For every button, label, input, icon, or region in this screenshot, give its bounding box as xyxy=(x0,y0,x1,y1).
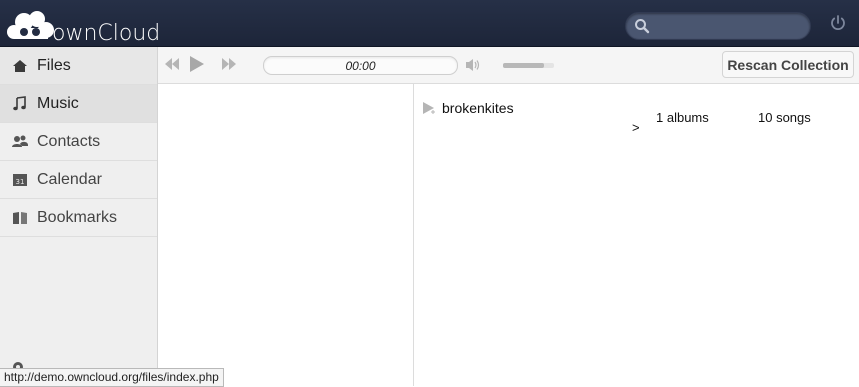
search-icon xyxy=(635,19,650,34)
nav-label-music: Music xyxy=(37,94,79,112)
music-player-bar: 00:00 Rescan Collection xyxy=(158,47,859,84)
progress-bar[interactable]: 00:00 xyxy=(263,56,458,75)
music-note-icon xyxy=(13,95,26,110)
status-url-tooltip: http://demo.owncloud.org/files/index.php xyxy=(0,368,224,387)
album-chevron[interactable]: > xyxy=(632,120,640,135)
library-left-pane xyxy=(158,84,414,386)
expand-triangle-icon[interactable] xyxy=(422,101,436,115)
nav-item-bookmarks[interactable]: Bookmarks xyxy=(0,199,157,237)
nav-label-contacts: Contacts xyxy=(37,132,101,150)
time-display: 00:00 xyxy=(345,59,376,73)
volume-icon[interactable] xyxy=(465,57,481,73)
artist-name[interactable]: brokenkites xyxy=(442,100,514,116)
nav-label-bookmarks: Bookmarks xyxy=(37,208,118,226)
app-navigation: Files Music Contacts 31 Calendar Bookmar… xyxy=(0,47,158,386)
nav-item-files[interactable]: Files xyxy=(0,47,157,85)
volume-slider[interactable] xyxy=(503,63,554,68)
volume-level xyxy=(503,63,544,68)
nav-item-music[interactable]: Music xyxy=(0,85,157,123)
artist-row[interactable]: brokenkites > 1 albums 10 songs xyxy=(414,84,859,144)
search-input[interactable] xyxy=(654,16,808,38)
owncloud-logo[interactable]: ownCloud xyxy=(4,8,160,46)
calendar-icon: 31 xyxy=(13,173,27,186)
contacts-icon xyxy=(12,135,28,147)
logo-text: ownCloud xyxy=(52,21,161,46)
nav-label-calendar: Calendar xyxy=(37,170,102,188)
calendar-icon-text: 31 xyxy=(16,178,25,186)
home-icon xyxy=(13,59,27,72)
previous-track-icon[interactable] xyxy=(164,57,180,71)
album-count: 1 albums xyxy=(656,110,709,125)
header-bar: ownCloud xyxy=(0,0,859,47)
search-box[interactable] xyxy=(625,12,811,40)
rescan-collection-button[interactable]: Rescan Collection xyxy=(722,51,854,78)
nav-item-calendar[interactable]: 31 Calendar xyxy=(0,161,157,199)
bookmarks-icon xyxy=(13,211,27,224)
song-count: 10 songs xyxy=(758,110,811,125)
nav-item-contacts[interactable]: Contacts xyxy=(0,123,157,161)
play-icon[interactable] xyxy=(189,55,205,73)
next-track-icon[interactable] xyxy=(221,57,237,71)
nav-label-files: Files xyxy=(37,56,71,74)
logout-power-icon[interactable] xyxy=(829,14,847,32)
